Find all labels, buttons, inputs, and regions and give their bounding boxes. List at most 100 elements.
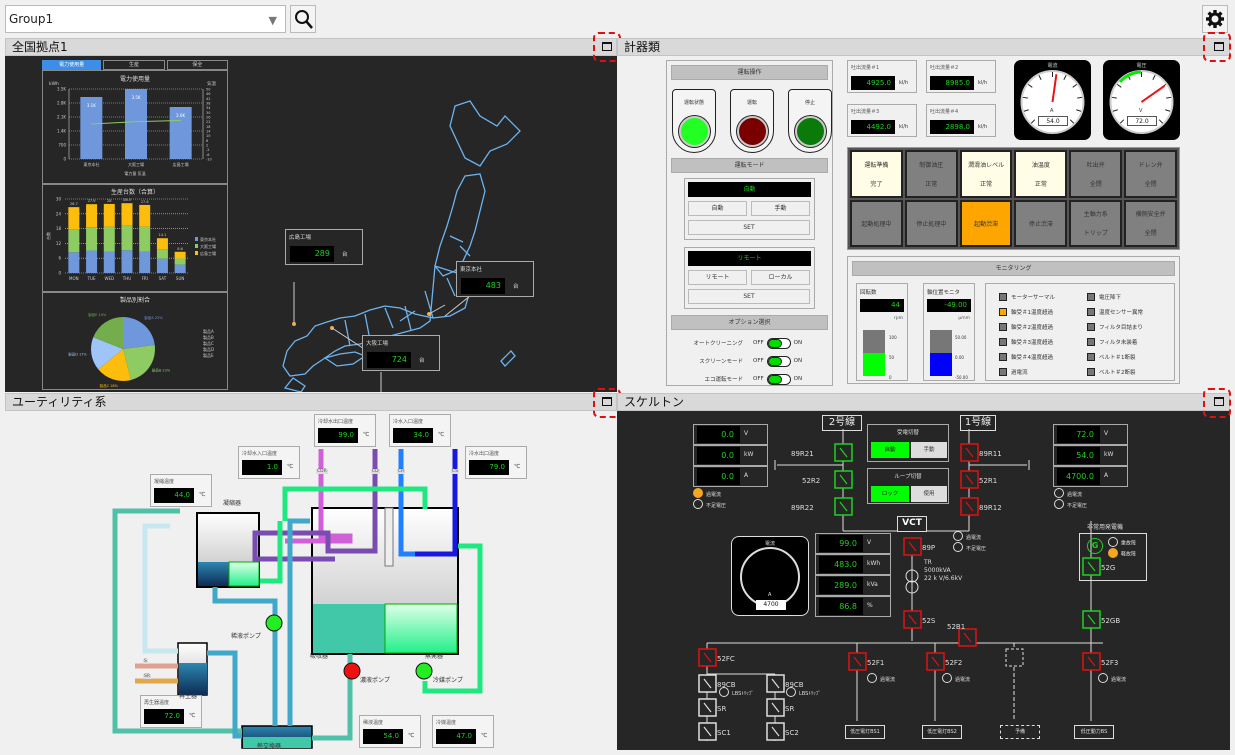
loop-lock-button[interactable]: ロック bbox=[871, 486, 909, 502]
breaker-sc2[interactable]: SC2 bbox=[766, 722, 799, 741]
mode-display: 自動 bbox=[688, 182, 811, 197]
power-meter: 483.0 kWh bbox=[815, 554, 891, 575]
site-value: 289 bbox=[290, 246, 334, 262]
status-tile: 吐出弁 全閉 bbox=[1069, 150, 1123, 198]
breaker-89r21[interactable]: 89R21 bbox=[791, 443, 853, 462]
breaker-sc1[interactable]: SC1 bbox=[698, 722, 731, 741]
breaker-89p[interactable]: 89P bbox=[903, 537, 935, 556]
bar-total-label: 28.3 bbox=[123, 198, 131, 202]
equipment-label: 熱交換器 bbox=[257, 743, 282, 750]
readout-value: 99.0 bbox=[318, 428, 358, 443]
y2-tick-label: -6 bbox=[206, 153, 210, 157]
chevron-down-icon[interactable]: ▼ bbox=[269, 14, 277, 27]
option-toggle[interactable] bbox=[766, 373, 791, 385]
slice-label: 製品C 18% bbox=[100, 383, 119, 388]
flow-unit: kl/h bbox=[978, 124, 988, 130]
alarm-indicator bbox=[1087, 322, 1095, 331]
remote-set-button[interactable]: SET bbox=[688, 289, 810, 304]
breaker-label: 52R2 bbox=[802, 477, 820, 485]
readout-value: 44.0 bbox=[154, 488, 194, 503]
tile-line2: 正常 bbox=[925, 180, 938, 188]
auto-button[interactable]: 自動 bbox=[688, 201, 747, 216]
meter-unit: V bbox=[1104, 430, 1109, 437]
meter-value: 54.0 bbox=[1057, 447, 1100, 464]
option-row: スクリーンモード OFF ON bbox=[671, 352, 828, 370]
group-select[interactable]: Group1 ▼ bbox=[5, 5, 286, 33]
chart-title: 電力使用量 bbox=[120, 75, 150, 83]
local-button[interactable]: ローカル bbox=[751, 270, 810, 285]
recv-auto-button[interactable]: 自動 bbox=[871, 442, 909, 458]
slice-label: 製品B 23% bbox=[152, 367, 171, 372]
pipe-tag: CDR bbox=[316, 469, 328, 474]
gear-icon bbox=[1206, 10, 1224, 28]
breaker-sr[interactable]: SR bbox=[698, 698, 726, 717]
indicator-label: 過電流 bbox=[1067, 491, 1083, 498]
breaker-52s[interactable]: 52S bbox=[903, 610, 936, 629]
manual-button[interactable]: 手動 bbox=[751, 201, 810, 216]
y2-tick-label: 30 bbox=[206, 111, 210, 115]
search-button[interactable] bbox=[290, 5, 316, 33]
breaker-label: 89P bbox=[922, 544, 935, 552]
indicator-icon bbox=[1054, 499, 1064, 509]
pipe-tag: CR bbox=[397, 469, 406, 474]
legend: 電力量 気温 bbox=[124, 170, 145, 176]
equipment-label: 再生器 bbox=[179, 693, 198, 700]
alarm-item: モーターサーマル bbox=[999, 289, 1055, 304]
alarm-item: ベルト＃1断裂 bbox=[1087, 349, 1143, 364]
status-indicator: LBSﾄﾘｯﾌﾟ bbox=[719, 687, 754, 698]
temp-readout: 冷却水入口温度 1.0 ℃ bbox=[238, 446, 300, 479]
equipment-label: 冷媒ポンプ bbox=[433, 677, 463, 684]
scale-tick: 50.00 bbox=[955, 335, 967, 340]
gauge-dial bbox=[740, 547, 800, 607]
option-off-label: OFF bbox=[753, 376, 764, 382]
breaker-52r2[interactable]: 52R2 bbox=[802, 470, 853, 489]
flow-label: 吐出流量＃2 bbox=[930, 65, 959, 71]
breaker-52f1[interactable]: 52F1 bbox=[848, 652, 884, 671]
breaker-52f3[interactable]: 52F3 bbox=[1082, 652, 1118, 671]
breaker-52r1[interactable]: 52R1 bbox=[960, 470, 997, 489]
flow-value: 8985.0 bbox=[930, 76, 974, 90]
settings-button[interactable] bbox=[1202, 5, 1228, 33]
breaker-sr[interactable]: SR bbox=[766, 698, 794, 717]
breaker-89r22[interactable]: 89R22 bbox=[791, 497, 853, 516]
status-tile: ドレン弁 全閉 bbox=[1124, 150, 1177, 198]
tile-line2: 全閉 bbox=[1089, 180, 1102, 188]
breaker-89r12[interactable]: 89R12 bbox=[960, 497, 1002, 516]
indicator-label: 過電流 bbox=[955, 676, 971, 683]
rpm-bar-fill bbox=[863, 353, 885, 376]
bar-segment bbox=[68, 207, 80, 230]
tab-maintenance[interactable]: 保全 bbox=[166, 60, 228, 70]
option-toggle[interactable] bbox=[766, 337, 791, 349]
indicator-label: 不足電圧 bbox=[966, 545, 987, 552]
option-row: エコ運転モード OFF ON bbox=[671, 370, 828, 388]
breaker-52f2[interactable]: 52F2 bbox=[926, 652, 962, 671]
pie-chart-svg: 製品別割合製品A 23% 製品B 23% 製品C 18% 製品D 17% 製品E 19%… bbox=[68, 296, 214, 388]
breaker-label: 52GB bbox=[1101, 617, 1120, 625]
recv-manual-button[interactable]: 手動 bbox=[911, 442, 947, 458]
status-indicator: 不足電圧 bbox=[953, 542, 986, 553]
indicator-lamp: 運転 bbox=[730, 89, 774, 153]
pipe-tag: CS bbox=[451, 469, 459, 474]
remote-button[interactable]: リモート bbox=[688, 270, 747, 285]
readout-unit: ℃ bbox=[363, 432, 370, 438]
y-tick-label: 2.1K bbox=[57, 115, 66, 120]
bar-segment bbox=[174, 264, 186, 273]
option-toggle[interactable] bbox=[766, 355, 791, 367]
shaft-scale: 50.00 0.00 -50.00 bbox=[955, 328, 968, 388]
tab-production[interactable]: 生産 bbox=[103, 60, 165, 70]
breaker-label: 52F1 bbox=[867, 659, 884, 667]
loop-use-button[interactable]: 使用 bbox=[911, 486, 947, 502]
readout-unit: ℃ bbox=[189, 713, 196, 719]
current-gauge: 電流 A 4700 bbox=[731, 536, 809, 616]
remote-group: リモート リモート ローカル SET bbox=[684, 247, 815, 309]
breaker-89r11[interactable]: 89R11 bbox=[960, 443, 1002, 462]
indicator-lamp: 運転状態 bbox=[672, 89, 716, 153]
breaker-52fc[interactable]: 52FC bbox=[698, 648, 735, 667]
indicator-label: LBSﾄﾘｯﾌﾟ bbox=[799, 690, 821, 697]
status-tile: 制御油圧 正常 bbox=[904, 150, 958, 198]
tab-power[interactable]: 電力使用量 bbox=[42, 60, 102, 70]
bar-segment bbox=[86, 250, 98, 273]
mode-set-button[interactable]: SET bbox=[688, 220, 810, 235]
readout-unit: ℃ bbox=[408, 733, 415, 739]
breaker-52gb[interactable]: 52GB bbox=[1082, 610, 1120, 629]
